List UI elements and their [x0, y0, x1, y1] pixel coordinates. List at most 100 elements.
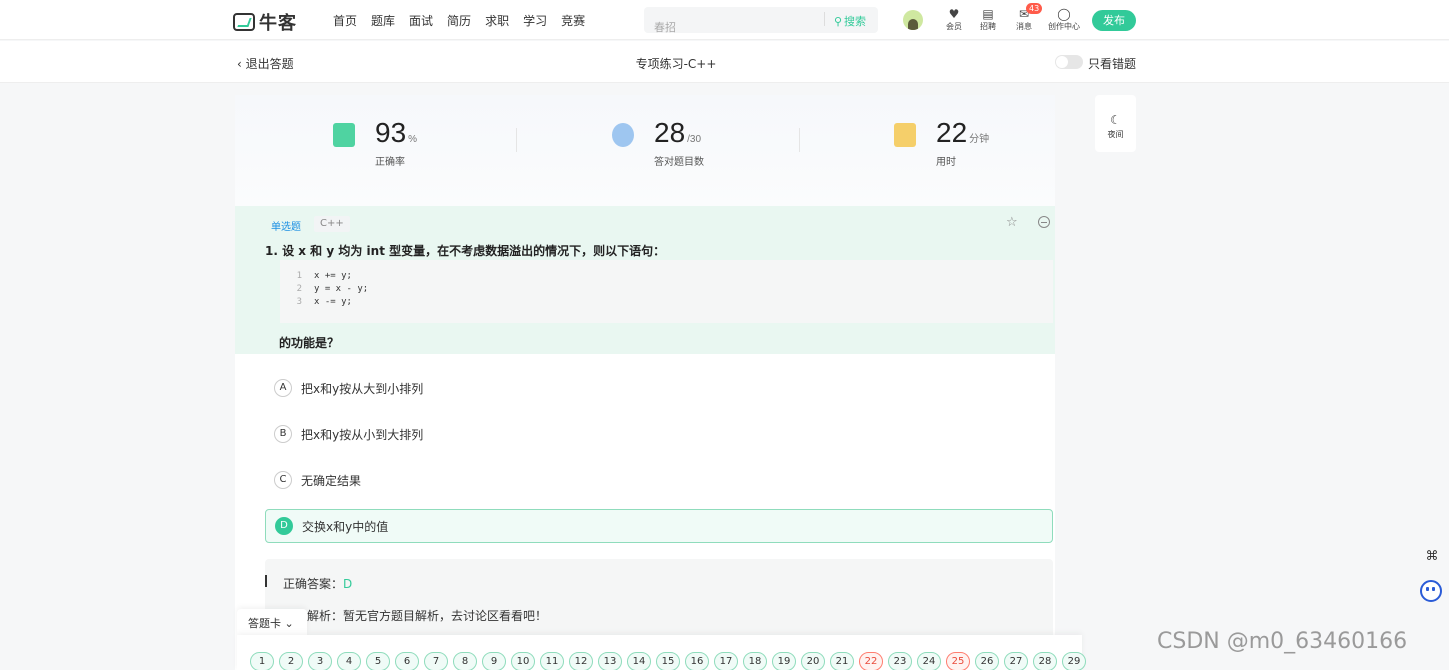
main-nav: 首页 题库 面试 简历 求职 学习 竞赛 [333, 12, 585, 29]
option-text: 把x和y按从大到小排列 [301, 381, 424, 396]
answer-card-bar: 1 2 3 4 5 6 7 8 9 10 11 12 13 14 15 16 17 18 19 20 21 22 23 24 2… [237, 635, 1086, 670]
question-number-24[interactable]: 24 [917, 652, 941, 670]
practice-title: 专项练习-C++ [635, 57, 717, 71]
search-box[interactable]: 春招 ⚲ 搜索 [644, 7, 878, 35]
question-number-13[interactable]: 13 [598, 652, 622, 670]
correct-value: 28/30 [654, 117, 702, 148]
question-number-22[interactable]: 22 [859, 652, 883, 670]
question-number-2[interactable]: 2 [279, 652, 303, 670]
question-number-16[interactable]: 16 [685, 652, 709, 670]
medal-icon [612, 123, 634, 147]
code-block: 1x += y; 2y = x - y; 3x -= y; [280, 260, 1053, 323]
accuracy-label: 正确率 [375, 157, 405, 168]
nav-resume[interactable]: 简历 [447, 12, 471, 29]
question-number-27[interactable]: 27 [1004, 652, 1028, 670]
question-number-10[interactable]: 10 [511, 652, 535, 670]
question-number-28[interactable]: 28 [1033, 652, 1057, 670]
correct-label: 答对题目数 [654, 157, 704, 168]
avatar[interactable] [903, 10, 923, 30]
answer-marker [265, 575, 267, 587]
question-type: 单选题 [271, 222, 301, 233]
check-book-icon [333, 123, 355, 147]
option-text: 把x和y按从小到大排列 [301, 427, 424, 442]
wrong-only-label: 只看错题 [1088, 57, 1137, 71]
publish-button[interactable]: 发布 [1092, 10, 1136, 31]
clock-icon [894, 123, 916, 147]
question-number-29[interactable]: 29 [1062, 652, 1086, 670]
question-number-21[interactable]: 21 [830, 652, 854, 670]
recruit-label: 招聘 [980, 22, 996, 31]
option-d[interactable]: D 交换x和y中的值 [265, 509, 1053, 543]
search-input[interactable]: 春招 [654, 19, 676, 35]
question-number-1[interactable]: 1 [250, 652, 274, 670]
option-key: B [274, 425, 292, 443]
nav-question-bank[interactable]: 题库 [371, 12, 395, 29]
question-number-7[interactable]: 7 [424, 652, 448, 670]
practice-header: ‹ 退出答题 专项练习-C++ 只看错题 [0, 41, 1449, 83]
option-a[interactable]: A 把x和y按从大到小排列 [265, 371, 1053, 405]
code-line: 3x -= y; [296, 297, 352, 307]
question-number-4[interactable]: 4 [337, 652, 361, 670]
question-number-18[interactable]: 18 [743, 652, 767, 670]
message-label: 消息 [1016, 22, 1032, 31]
logo[interactable]: 牛客 [233, 9, 297, 35]
collapse-icon[interactable] [1038, 216, 1050, 228]
wrong-only-toggle[interactable] [1055, 55, 1083, 69]
time-value: 22 分钟 [936, 117, 990, 148]
search-button[interactable]: ⚲ 搜索 [823, 12, 866, 29]
question-number-26[interactable]: 26 [975, 652, 999, 670]
question-number-19[interactable]: 19 [772, 652, 796, 670]
moon-icon: ☾ [1110, 113, 1121, 127]
question-number-15[interactable]: 15 [656, 652, 680, 670]
divider [516, 128, 517, 152]
question-tag: C++ [314, 216, 350, 232]
search-button-label: 搜索 [844, 15, 866, 28]
question-tail: 的功能是？ [279, 336, 340, 350]
question-number-23[interactable]: 23 [888, 652, 912, 670]
option-b[interactable]: B 把x和y按从小到大排列 [265, 417, 1053, 451]
question-number-12[interactable]: 12 [569, 652, 593, 670]
correct-answer: 正确答案：D [283, 577, 353, 591]
nav-jobs[interactable]: 求职 [485, 12, 509, 29]
question-card: 93% 正确率 28/30 答对题目数 22 分钟 用时 单选题 C++ ☆ 1.… [235, 95, 1055, 670]
nav-home[interactable]: 首页 [333, 12, 357, 29]
code-line: 2y = x - y; [296, 284, 369, 294]
question-number-8[interactable]: 8 [453, 652, 477, 670]
option-text: 无确定结果 [301, 473, 362, 488]
night-mode-label: 夜间 [1107, 130, 1124, 139]
message-badge: 43 [1026, 3, 1043, 14]
question-number-5[interactable]: 5 [366, 652, 390, 670]
search-icon: ⚲ [833, 14, 842, 28]
accuracy-value: 93% [375, 117, 418, 148]
question-number-17[interactable]: 17 [714, 652, 738, 670]
night-mode-button[interactable]: ☾ 夜间 [1095, 95, 1136, 152]
nav-interview[interactable]: 面试 [409, 12, 433, 29]
question-number-9[interactable]: 9 [482, 652, 506, 670]
recruit-button[interactable]: ▤ 招聘 [968, 7, 1008, 32]
divider [799, 128, 800, 152]
question-number-14[interactable]: 14 [627, 652, 651, 670]
option-c[interactable]: C 无确定结果 [265, 463, 1053, 497]
creator-button[interactable]: ◯ 创作中心 [1044, 7, 1084, 32]
question-number-3[interactable]: 3 [308, 652, 332, 670]
grid-icon[interactable]: ⌘ [1422, 549, 1442, 569]
question-number-20[interactable]: 20 [801, 652, 825, 670]
question-body: 单选题 C++ ☆ 1. 设 x 和 y 均为 int 型变量，在不考虑数据溢出… [235, 206, 1055, 354]
time-label: 用时 [936, 157, 956, 168]
creator-label: 创作中心 [1048, 22, 1080, 31]
question-title: 1. 设 x 和 y 均为 int 型变量，在不考虑数据溢出的情况下，则以下语句… [265, 244, 666, 258]
search-divider [823, 12, 825, 26]
answer-card-toggle[interactable]: 答题卡 ⌄ [237, 609, 307, 635]
assistant-icon[interactable] [1420, 580, 1442, 602]
analysis-text: 解析：暂无官方题目解析，去讨论区看看吧！ [307, 609, 548, 623]
creator-icon: ◯ [1057, 7, 1071, 21]
nav-contest[interactable]: 竞赛 [561, 12, 585, 29]
question-number-6[interactable]: 6 [395, 652, 419, 670]
chevron-down-icon: ⌄ [284, 617, 294, 630]
question-number-11[interactable]: 11 [540, 652, 564, 670]
option-key: C [274, 471, 292, 489]
nav-learn[interactable]: 学习 [523, 12, 547, 29]
star-icon[interactable]: ☆ [1006, 215, 1018, 230]
code-line: 1x += y; [296, 271, 352, 281]
question-number-25[interactable]: 25 [946, 652, 970, 670]
